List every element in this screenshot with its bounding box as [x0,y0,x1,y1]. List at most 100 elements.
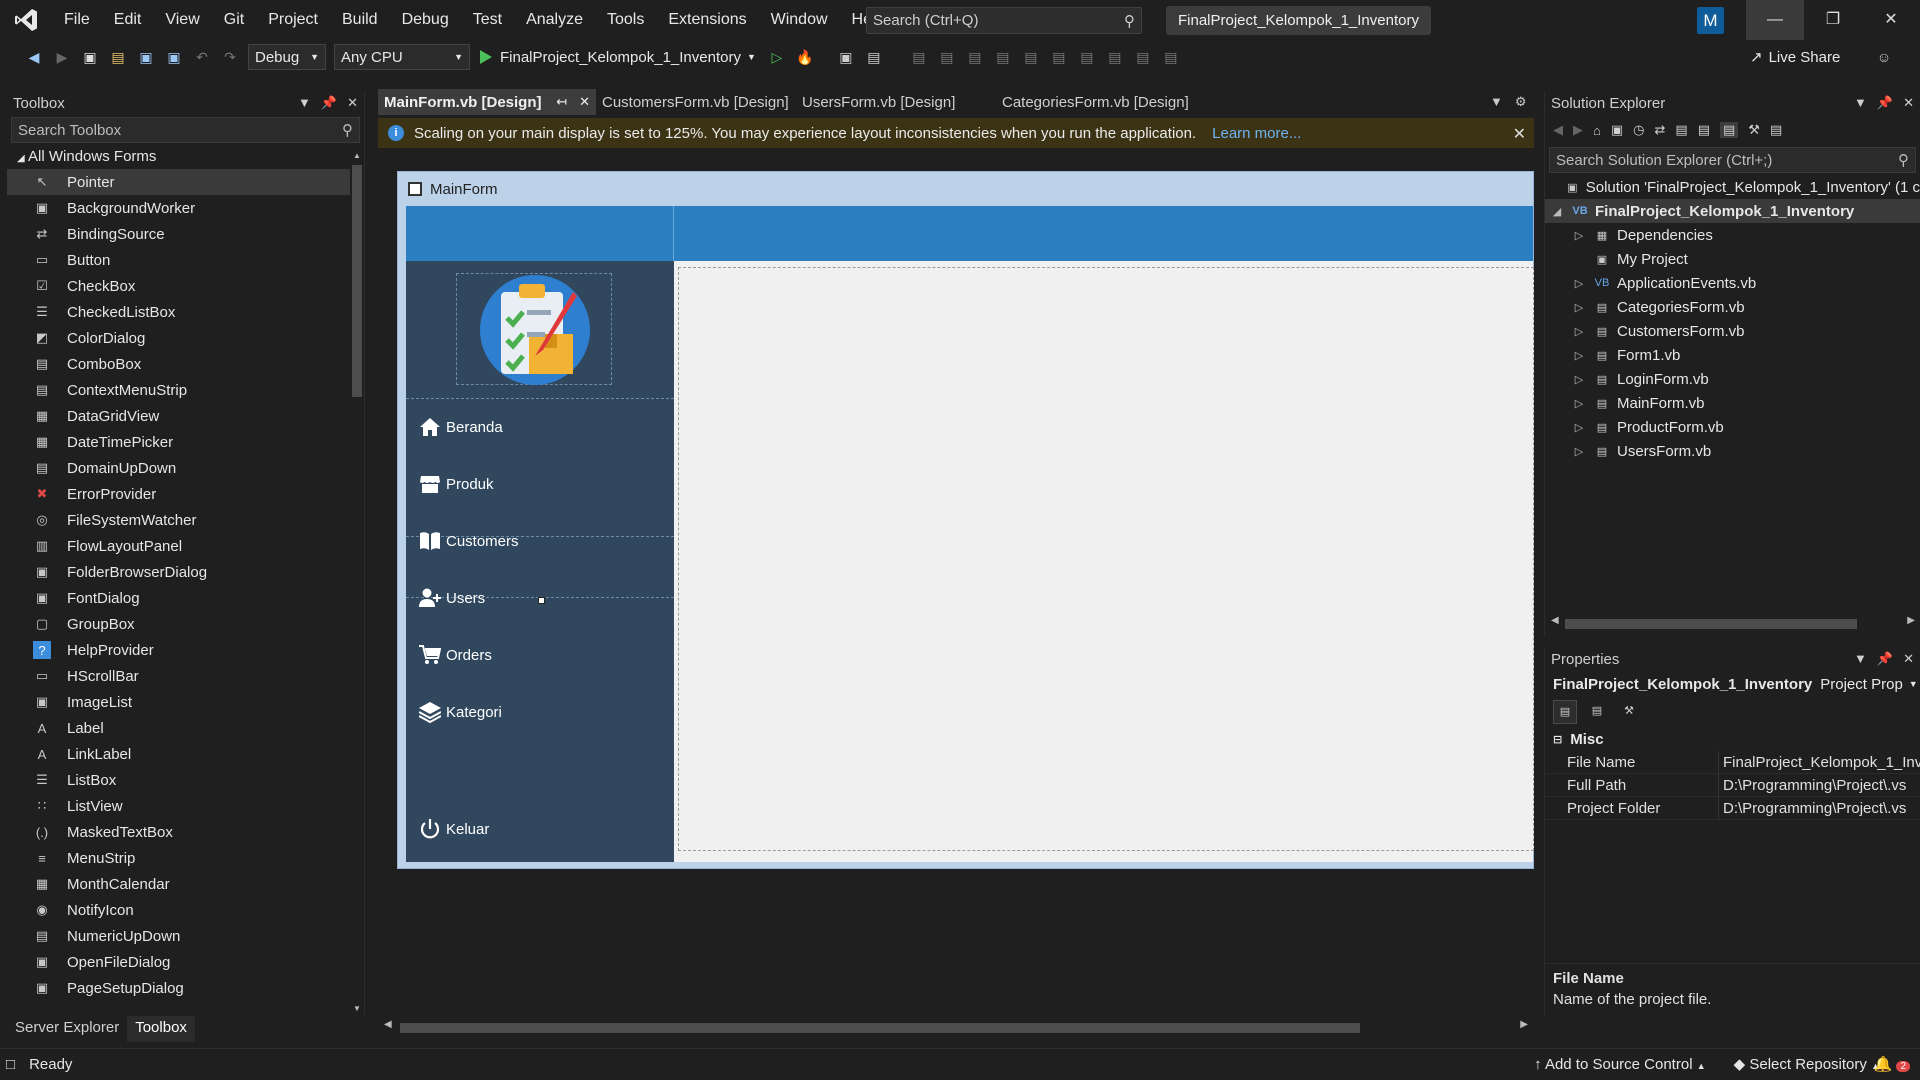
expand-arrow-icon[interactable]: ▷ [1571,301,1587,314]
menu-edit[interactable]: Edit [102,0,154,40]
tree-item[interactable]: ▷ ▤ MainForm.vb [1545,391,1920,415]
menu-file[interactable]: File [52,0,102,40]
feedback-icon[interactable]: ☺ [1873,46,1895,68]
solution-horizontal-scrollbar[interactable]: ◀ ▶ [1545,615,1920,633]
toolbox-item[interactable]: ▦ DateTimePicker [7,429,364,455]
align-left-icon[interactable]: ▤ [908,46,930,68]
close-icon[interactable]: ✕ [579,94,590,110]
tree-item[interactable]: ▷ ▦ Dependencies [1545,223,1920,247]
mainform-window[interactable]: MainForm Beranda Produk Customers Users … [397,171,1534,869]
menu-tools[interactable]: Tools [595,0,656,40]
forward-icon[interactable]: ▶ [51,46,73,68]
scroll-left-icon[interactable]: ◀ [384,1019,392,1030]
maximize-button[interactable]: ❐ [1804,0,1862,40]
nav-orders-button[interactable]: Orders [418,635,668,675]
expand-arrow-icon[interactable]: ▷ [1571,397,1587,410]
close-icon[interactable]: ✕ [1903,95,1914,111]
scrollbar-thumb[interactable] [352,165,362,397]
tree-project[interactable]: ◢ VB FinalProject_Kelompok_1_Inventory [1545,199,1920,223]
layout-icon[interactable]: ▤ [863,46,885,68]
close-icon[interactable]: ✕ [1903,651,1914,667]
toolbox-item[interactable]: ≡ MenuStrip [7,845,364,871]
collapse-icon[interactable]: ⊟ [1553,733,1562,746]
align-middle-icon[interactable]: ▤ [1020,46,1042,68]
sync-icon[interactable]: ⇄ [1655,122,1666,138]
menu-test[interactable]: Test [461,0,514,40]
same-width-icon[interactable]: ▤ [1076,46,1098,68]
close-button[interactable]: ✕ [1862,0,1920,40]
dropdown-icon[interactable]: ▼ [1854,95,1867,111]
toolbox-item[interactable]: ⇄ BindingSource [7,221,364,247]
menu-analyze[interactable]: Analyze [514,0,595,40]
show-all-files-icon[interactable]: ▤ [1698,122,1710,138]
property-row[interactable]: Full Path D:\Programming\Project\.vs [1545,774,1920,797]
toolbox-item[interactable]: ▦ MonthCalendar [7,871,364,897]
main-content-panel[interactable] [678,267,1534,851]
notifications-button[interactable]: 🔔 2 [1874,1055,1910,1073]
expand-arrow-icon[interactable]: ▷ [1571,349,1587,362]
toolbox-item[interactable]: ☰ CheckedListBox [7,299,364,325]
toolbox-item[interactable]: ∷ ListView [7,793,364,819]
menu-git[interactable]: Git [212,0,256,40]
toolbox-item[interactable]: ▢ GroupBox [7,611,364,637]
tree-solution[interactable]: ▣ Solution 'FinalProject_Kelompok_1_Inve… [1545,175,1920,199]
output-icon[interactable]: □ [6,1056,15,1073]
preview-icon[interactable]: ▤ [1770,122,1782,138]
pin-icon[interactable]: ↤ [556,94,567,110]
menu-debug[interactable]: Debug [390,0,461,40]
expand-arrow-icon[interactable]: ▷ [1571,421,1587,434]
property-pages-icon[interactable]: ⚒ [1617,700,1641,724]
collapse-all-icon[interactable]: ▤ [1675,122,1687,138]
tree-item[interactable]: ▷ ▤ Form1.vb [1545,343,1920,367]
pin-icon[interactable]: 📌 [321,95,337,111]
designer-horizontal-scrollbar[interactable]: ◀ ▶ [378,1019,1534,1037]
scrollbar-thumb[interactable] [400,1023,1360,1033]
toolbox-item[interactable]: ▭ HScrollBar [7,663,364,689]
property-row[interactable]: Project Folder D:\Programming\Project\.vs [1545,797,1920,820]
search-input[interactable]: Search (Ctrl+Q) ⚲ [866,7,1142,34]
configuration-select[interactable]: Debug ▼ [248,44,326,70]
document-tab[interactable]: CustomersForm.vb [Design] [596,89,796,115]
scroll-left-icon[interactable]: ◀ [1551,615,1559,626]
avatar[interactable]: M [1697,7,1724,34]
toolbox-item[interactable]: ◉ NotifyIcon [7,897,364,923]
filter-icon[interactable]: ▤ [1720,122,1739,138]
dropdown-icon[interactable]: ▼ [1854,651,1867,667]
align-center-icon[interactable]: ▤ [936,46,958,68]
nav-keluar-button[interactable]: Keluar [418,809,668,849]
toolbox-search-input[interactable]: Search Toolbox ⚲ [11,117,360,143]
form-header-panel[interactable] [406,206,1533,261]
document-tab[interactable]: UsersForm.vb [Design] [796,89,996,115]
toolbox-item[interactable]: ▣ PageSetupDialog [7,975,364,1001]
live-share-button[interactable]: ↗ Live Share [1750,48,1840,67]
toolbox-item[interactable]: A Label [7,715,364,741]
toolbox-item[interactable]: ◩ ColorDialog [7,325,364,351]
categorized-icon[interactable]: ▤ [1553,700,1577,724]
expand-arrow-icon[interactable]: ◢ [1549,205,1565,218]
switch-views-icon[interactable]: ▣ [1611,122,1623,138]
tree-item[interactable]: ▣ My Project [1545,247,1920,271]
pin-icon[interactable]: 📌 [1877,651,1893,667]
toolbox-item[interactable]: ▣ BackgroundWorker [7,195,364,221]
nav-customers-button[interactable]: Customers [418,521,668,561]
scrollbar-thumb[interactable] [1565,619,1857,629]
platform-select[interactable]: Any CPU ▼ [334,44,470,70]
toolbox-item[interactable]: ▣ FontDialog [7,585,364,611]
home-icon[interactable]: ⌂ [1593,123,1601,138]
pin-icon[interactable]: 📌 [1877,95,1893,111]
property-value[interactable]: FinalProject_Kelompok_1_Inv [1719,751,1920,773]
logo-picturebox[interactable] [456,273,612,385]
settings-icon[interactable]: ⚙ [1515,94,1527,110]
tree-item[interactable]: ▷ ▤ CustomersForm.vb [1545,319,1920,343]
save-all-icon[interactable]: ▣ [163,46,185,68]
scroll-right-icon[interactable]: ▶ [1907,615,1915,626]
toolbox-item[interactable]: A LinkLabel [7,741,364,767]
learn-more-link[interactable]: Learn more... [1212,125,1301,142]
undo-icon[interactable]: ↶ [191,46,213,68]
select-repository-button[interactable]: ◆ Select Repository ▲ [1734,1055,1880,1073]
expand-arrow-icon[interactable]: ▷ [1571,229,1587,242]
tab-toolbox[interactable]: Toolbox [127,1016,195,1042]
expand-arrow-icon[interactable]: ▷ [1571,373,1587,386]
align-top-icon[interactable]: ▤ [992,46,1014,68]
toolbox-item[interactable]: ? HelpProvider [7,637,364,663]
